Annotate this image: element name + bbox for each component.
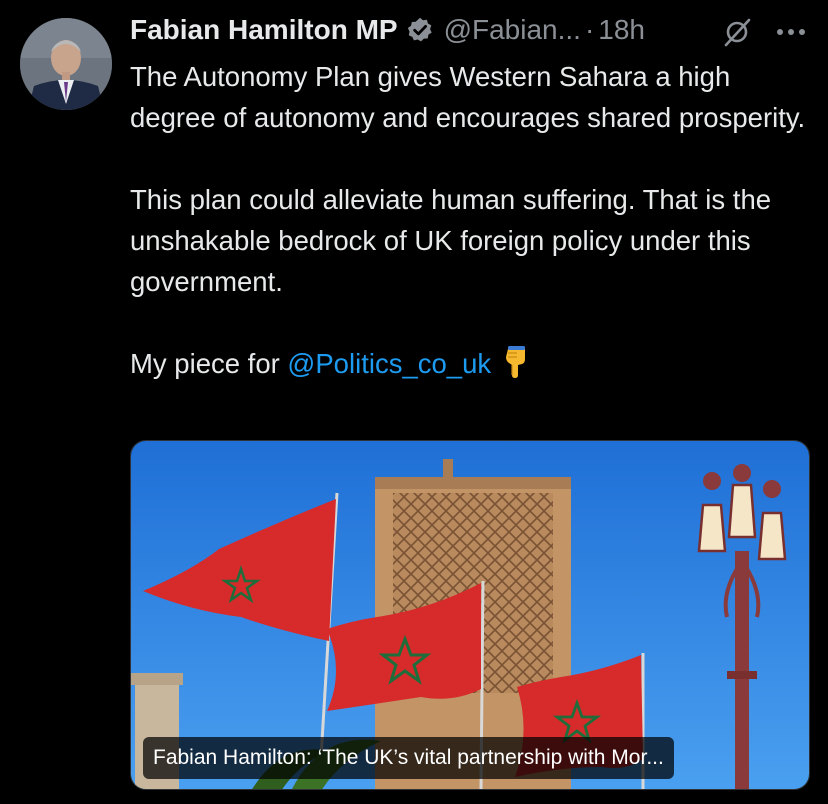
tweet-paragraph-1: The Autonomy Plan gives Western Sahara a…	[130, 61, 806, 133]
timestamp[interactable]: 18h	[598, 14, 645, 46]
card-title[interactable]: Fabian Hamilton: ‘The UK’s vital partner…	[143, 737, 674, 779]
pointing-down-hand-icon	[506, 346, 526, 378]
verified-badge-icon	[407, 17, 432, 42]
tweet-paragraph-3-text: My piece for	[130, 348, 288, 379]
display-name[interactable]: Fabian Hamilton MP	[130, 14, 398, 46]
tweet-paragraph-2: This plan could alleviate human sufferin…	[130, 184, 772, 297]
more-options-icon[interactable]	[774, 17, 808, 47]
avatar[interactable]	[20, 18, 112, 110]
handle[interactable]: @Fabian...	[444, 14, 581, 46]
tweet-header: Fabian Hamilton MP @Fabian... · 18h	[130, 10, 820, 50]
tweet-paragraph-3: My piece for @Politics_co_uk	[130, 343, 820, 384]
avatar-photo	[20, 18, 112, 110]
grok-icon[interactable]	[722, 17, 752, 47]
tweet-text: The Autonomy Plan gives Western Sahara a…	[130, 56, 820, 384]
separator-dot: ·	[584, 14, 595, 45]
link-card[interactable]: Fabian Hamilton: ‘The UK’s vital partner…	[130, 440, 810, 790]
mention-link[interactable]: @Politics_co_uk	[287, 348, 491, 379]
tweet[interactable]: Fabian Hamilton MP @Fabian... · 18h The …	[0, 0, 828, 804]
